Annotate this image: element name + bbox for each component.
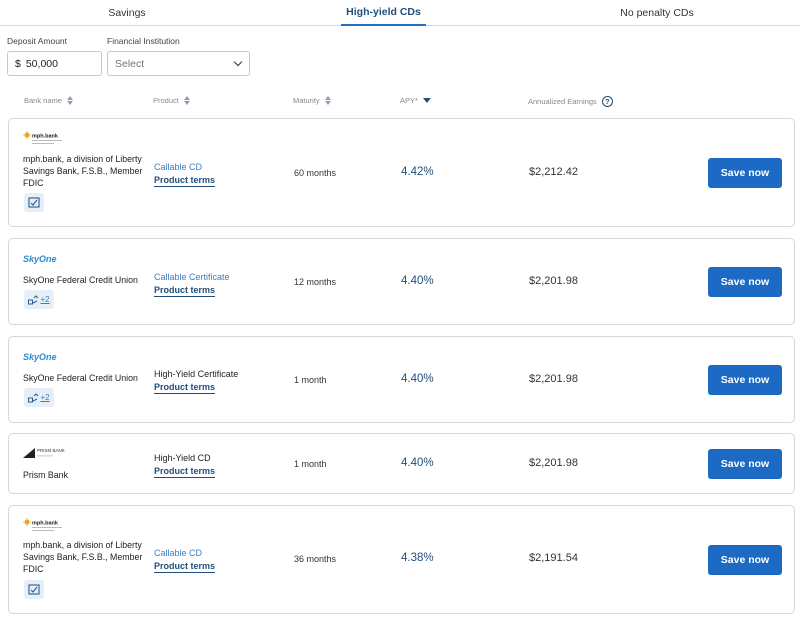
logo-text: SkyOne <box>23 254 57 264</box>
column-product[interactable]: Product <box>153 96 190 105</box>
sort-desc-icon <box>422 98 431 103</box>
mph-bank-logo: mph.bank <box>23 131 69 152</box>
tab-bar: Savings High-yield CDs No penalty CDs <box>0 0 800 26</box>
annualized-earnings: $2,201.98 <box>529 275 578 287</box>
column-bank-name-label: Bank name <box>24 96 62 105</box>
maturity: 1 month <box>294 459 327 469</box>
save-now-button[interactable]: Save now <box>708 545 782 575</box>
deposit-amount-input[interactable]: $ 50,000 <box>7 51 102 76</box>
offer-card: mph.bank mph.bank, a division of Liberty… <box>8 118 795 227</box>
financial-institution-value: Select <box>115 57 145 70</box>
more-features-count: +2 <box>40 393 50 402</box>
apy: 4.38% <box>401 552 434 564</box>
maturity: 36 months <box>294 554 337 564</box>
column-apy-label: APY* <box>400 96 418 105</box>
maturity: 1 month <box>294 375 327 385</box>
product-terms-link[interactable]: Product terms <box>154 175 216 187</box>
bank-name: mph.bank, a division of Liberty Savings … <box>23 540 143 574</box>
offer-card: SkyOne SkyOne Federal Credit Union +2 Ca… <box>8 238 795 325</box>
financial-institution-label: Financial Institution <box>107 36 180 46</box>
product-terms-link[interactable]: Product terms <box>154 285 216 297</box>
logo-text: SkyOne <box>23 352 57 362</box>
product-name: High-Yield Certificate <box>154 369 239 379</box>
tab-savings[interactable]: Savings <box>60 0 194 26</box>
feature-icon[interactable]: +2 <box>24 290 54 309</box>
product-terms-link[interactable]: Product terms <box>154 561 216 573</box>
apy: 4.40% <box>401 457 434 469</box>
chevron-down-icon <box>233 57 243 67</box>
deposit-amount-value: 50,000 <box>25 57 58 70</box>
logo-text: mph.bank <box>32 134 59 140</box>
offer-card: PRISM BANK Prism Bank High-Yield CD Prod… <box>8 433 795 494</box>
product-terms-link[interactable]: Product terms <box>154 466 216 478</box>
bank-name: SkyOne Federal Credit Union <box>23 275 138 285</box>
save-now-button[interactable]: Save now <box>708 365 782 395</box>
product-name[interactable]: Callable CD <box>154 162 202 172</box>
apy: 4.40% <box>401 373 434 385</box>
save-now-button[interactable]: Save now <box>708 158 782 188</box>
column-earnings-label: Annualized Earnings <box>528 97 597 106</box>
column-bank-name[interactable]: Bank name <box>24 96 73 105</box>
apy: 4.42% <box>401 166 434 178</box>
product-name: High-Yield CD <box>154 453 211 463</box>
deposit-amount-label: Deposit Amount <box>7 36 68 46</box>
product-name[interactable]: Callable CD <box>154 548 202 558</box>
maturity: 12 months <box>294 277 337 287</box>
help-icon[interactable]: ? <box>601 96 613 107</box>
mph-bank-logo: mph.bank <box>23 518 69 539</box>
currency-symbol: $ <box>15 57 21 70</box>
skyone-logo: SkyOne <box>23 252 67 270</box>
column-apy[interactable]: APY* <box>400 96 431 105</box>
prism-bank-logo: PRISM BANK <box>23 446 67 465</box>
maturity: 60 months <box>294 168 337 178</box>
checkbox-icon[interactable] <box>24 580 44 599</box>
product-name[interactable]: Callable Certificate <box>154 272 230 282</box>
logo-text: PRISM BANK <box>37 448 65 453</box>
logo-text: mph.bank <box>32 521 59 527</box>
annualized-earnings: $2,191.54 <box>529 552 578 564</box>
column-maturity[interactable]: Maturity <box>293 96 331 105</box>
more-features-count: +2 <box>40 295 50 304</box>
annualized-earnings: $2,201.98 <box>529 457 578 469</box>
offer-card: SkyOne SkyOne Federal Credit Union +2 Hi… <box>8 336 795 423</box>
tab-high-yield-cds[interactable]: High-yield CDs <box>341 0 426 26</box>
annualized-earnings: $2,201.98 <box>529 373 578 385</box>
bank-name: SkyOne Federal Credit Union <box>23 373 138 383</box>
column-product-label: Product <box>153 96 179 105</box>
apy: 4.40% <box>401 275 434 287</box>
offer-card: mph.bank mph.bank, a division of Liberty… <box>8 505 795 614</box>
sort-icon <box>183 96 190 105</box>
sort-icon <box>324 96 331 105</box>
tab-no-penalty-cds[interactable]: No penalty CDs <box>590 0 724 26</box>
feature-icon[interactable]: +2 <box>24 388 54 407</box>
financial-institution-select[interactable]: Select <box>107 51 250 76</box>
column-annualized-earnings[interactable]: Annualized Earnings ? <box>528 96 613 107</box>
annualized-earnings: $2,212.42 <box>529 166 578 178</box>
checkbox-icon[interactable] <box>24 193 44 212</box>
save-now-button[interactable]: Save now <box>708 267 782 297</box>
bank-name: Prism Bank <box>23 470 68 480</box>
sort-icon <box>66 96 73 105</box>
skyone-logo: SkyOne <box>23 350 67 368</box>
bank-name: mph.bank, a division of Liberty Savings … <box>23 154 143 188</box>
save-now-button[interactable]: Save now <box>708 449 782 479</box>
product-terms-link[interactable]: Product terms <box>154 382 216 394</box>
column-maturity-label: Maturity <box>293 96 320 105</box>
